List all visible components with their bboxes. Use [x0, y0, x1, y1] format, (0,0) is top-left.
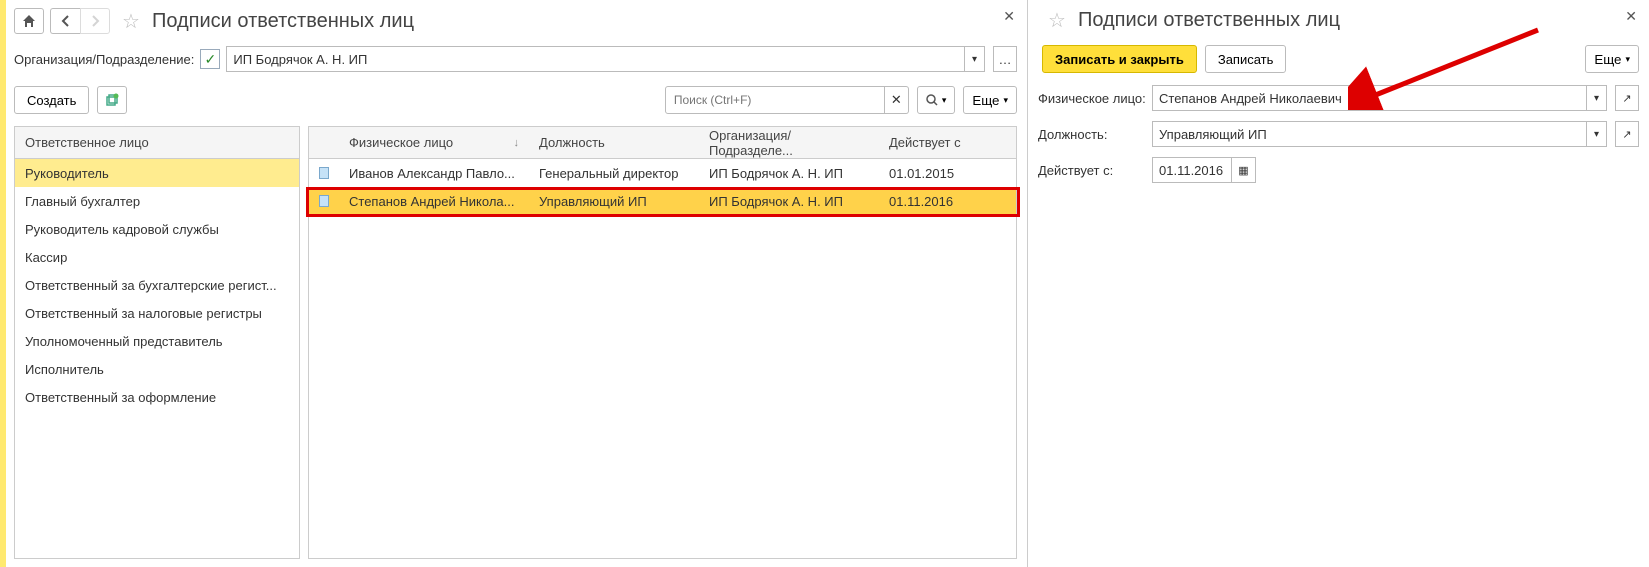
- table-row[interactable]: Иванов Александр Павло... Генеральный ди…: [309, 159, 1016, 187]
- more-button[interactable]: Еще ▾: [963, 86, 1017, 114]
- person-input[interactable]: Степанов Андрей Николаевич: [1152, 85, 1587, 111]
- list-item[interactable]: Ответственный за оформление: [15, 383, 299, 411]
- record-icon: [319, 195, 329, 207]
- list-item[interactable]: Руководитель: [15, 159, 299, 187]
- star-icon[interactable]: ☆: [122, 9, 140, 34]
- org-label: Организация/Подразделение:: [14, 52, 194, 67]
- org-more-button[interactable]: …: [993, 46, 1017, 72]
- person-dropdown-button[interactable]: ▾: [1587, 85, 1607, 111]
- col-position[interactable]: Должность: [529, 135, 699, 150]
- copy-button[interactable]: [97, 86, 127, 114]
- persons-table: Физическое лицо↓ Должность Организация/П…: [308, 126, 1017, 559]
- person-label: Физическое лицо:: [1038, 91, 1146, 106]
- table-row[interactable]: Степанов Андрей Никола... Управляющий ИП…: [309, 187, 1016, 215]
- position-input[interactable]: Управляющий ИП: [1152, 121, 1587, 147]
- list-item[interactable]: Ответственный за налоговые регистры: [15, 299, 299, 327]
- org-input[interactable]: ИП Бодрячок А. Н. ИП: [226, 46, 965, 72]
- close-icon[interactable]: ✕: [1625, 8, 1637, 25]
- more-button[interactable]: Еще ▾: [1585, 45, 1639, 73]
- list-item[interactable]: Руководитель кадровой службы: [15, 215, 299, 243]
- position-dropdown-button[interactable]: ▾: [1587, 121, 1607, 147]
- record-icon: [319, 167, 329, 179]
- date-input[interactable]: 01.11.2016: [1152, 157, 1232, 183]
- list-item[interactable]: Уполномоченный представитель: [15, 327, 299, 355]
- search-dropdown-button[interactable]: ▾: [917, 86, 956, 114]
- list-header: Ответственное лицо: [15, 135, 159, 150]
- calendar-button[interactable]: ▦: [1232, 157, 1256, 183]
- org-dropdown-button[interactable]: ▾: [965, 46, 985, 72]
- list-item[interactable]: Ответственный за бухгалтерские регист...: [15, 271, 299, 299]
- star-icon[interactable]: ☆: [1048, 8, 1066, 33]
- date-label: Действует с:: [1038, 163, 1146, 178]
- col-org[interactable]: Организация/Подразделе...: [699, 128, 879, 158]
- page-title: Подписи ответственных лиц: [152, 10, 414, 33]
- save-button[interactable]: Записать: [1205, 45, 1287, 73]
- page-title: Подписи ответственных лиц: [1078, 9, 1340, 32]
- col-person[interactable]: Физическое лицо↓: [339, 135, 529, 150]
- list-item[interactable]: Главный бухгалтер: [15, 187, 299, 215]
- search-clear-button[interactable]: ✕: [885, 86, 909, 114]
- position-open-button[interactable]: ↗: [1615, 121, 1639, 147]
- list-item[interactable]: Исполнитель: [15, 355, 299, 383]
- close-icon[interactable]: ✕: [1003, 8, 1015, 25]
- person-open-button[interactable]: ↗: [1615, 85, 1639, 111]
- back-button[interactable]: [50, 8, 80, 34]
- save-close-button[interactable]: Записать и закрыть: [1042, 45, 1197, 73]
- search-input[interactable]: [665, 86, 885, 114]
- position-label: Должность:: [1038, 127, 1146, 142]
- col-date[interactable]: Действует с: [879, 135, 989, 150]
- home-button[interactable]: [14, 8, 44, 34]
- list-item[interactable]: Кассир: [15, 243, 299, 271]
- org-checkbox[interactable]: ✓: [200, 49, 220, 69]
- forward-button[interactable]: [80, 8, 110, 34]
- create-button[interactable]: Создать: [14, 86, 89, 114]
- responsible-list: Ответственное лицо Руководитель Главный …: [14, 126, 300, 559]
